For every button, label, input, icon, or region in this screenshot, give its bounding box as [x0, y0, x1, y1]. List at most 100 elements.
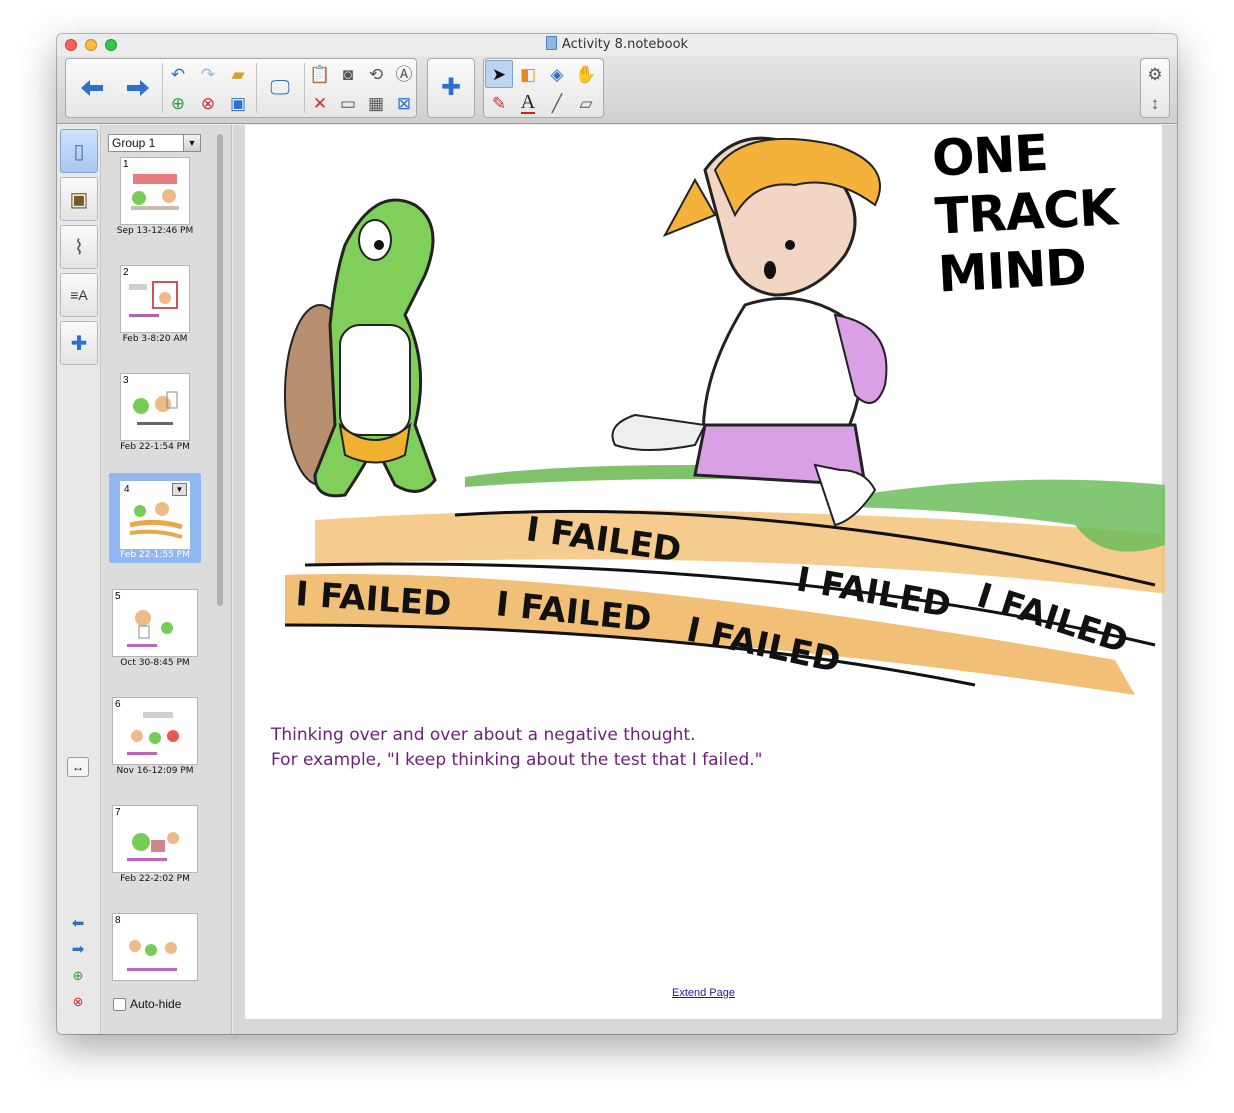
- screen-shade-button[interactable]: ▭: [334, 89, 362, 117]
- page-thumbnail-selected[interactable]: 4 ▼ Feb 22-1:55 PM: [109, 473, 201, 563]
- tab-properties[interactable]: ≡A: [60, 273, 98, 317]
- tab-gallery[interactable]: ▣: [60, 177, 98, 221]
- thumbnail-art: [127, 832, 179, 861]
- spell-check-button[interactable]: Ⓐ: [390, 60, 418, 88]
- save-button[interactable]: ▣: [224, 89, 252, 117]
- screen-capture-button[interactable]: ◙: [334, 60, 362, 88]
- delete-button[interactable]: ✕: [306, 89, 334, 117]
- up-down-arrow-icon: ↕: [1150, 93, 1160, 113]
- page-thumbnail[interactable]: 8: [109, 911, 201, 981]
- fill-tool-button[interactable]: ✋: [572, 60, 600, 88]
- move-toolbar-button[interactable]: ↕: [1141, 89, 1169, 117]
- zoom-window-button[interactable]: [105, 39, 117, 51]
- page-thumbnail[interactable]: 2 Feb 3-8:20 AM: [109, 263, 201, 353]
- delete-page-icon: ⊗: [200, 93, 216, 113]
- thumbnail-image: 8: [112, 913, 198, 981]
- thumbnail-menu-button[interactable]: ▼: [172, 483, 187, 496]
- folder-icon: ▰: [231, 64, 245, 84]
- notebook-page[interactable]: I FAILED I FAILED I FAILED I FAILED I FA…: [245, 124, 1165, 1019]
- thumbnail-number: 8: [115, 915, 121, 926]
- caption-line: Thinking over and over about a negative …: [271, 725, 696, 745]
- add-ons-button[interactable]: ✚: [429, 59, 473, 117]
- thumbnail-date: Nov 16-12:09 PM: [116, 766, 194, 776]
- toolbar: ↶ ↷ ▰ ⊕ ⊗ ▣ 🖵 📋 ◙ ⟲ Ⓐ ✕ ▭ ▦ ⊠ ✚ ➤ ◧ ◈ ✋ …: [57, 56, 1177, 124]
- thumbnail-image: 7: [112, 805, 198, 873]
- expand-horizontal-icon: ↔: [72, 760, 84, 774]
- redo-button[interactable]: ↷: [194, 60, 222, 88]
- thumbnail-number: 1: [123, 159, 129, 170]
- previous-page-button[interactable]: [70, 59, 114, 117]
- cartoon-title-line: MIND: [936, 237, 1088, 304]
- sidebar-toggle-button[interactable]: ↔: [67, 757, 89, 777]
- eraser-small-icon: ▱: [579, 93, 593, 113]
- thumbnail-image: 3: [120, 373, 190, 441]
- caption-line: For example, "I keep thinking about the …: [271, 750, 763, 770]
- minimize-window-button[interactable]: [85, 39, 97, 51]
- sidebar-previous-button[interactable]: ⬅: [67, 913, 89, 933]
- checkbox-box[interactable]: [113, 997, 126, 1011]
- pens-icon: ✎: [491, 93, 507, 113]
- open-file-button[interactable]: ▰: [224, 60, 252, 88]
- page-thumbnail[interactable]: 3 Feb 22-1:54 PM: [109, 371, 201, 461]
- thumbnail-art: [127, 940, 177, 971]
- display-screen-icon: 🖵: [270, 77, 290, 99]
- sidebar-add-page-button[interactable]: ⊕: [67, 966, 89, 986]
- add-page-button[interactable]: ⊕: [164, 89, 192, 117]
- redo-icon: ↷: [200, 64, 216, 84]
- undo-button[interactable]: ↶: [164, 60, 192, 88]
- arrow-right-icon: ➡: [71, 941, 85, 958]
- delete-page-button[interactable]: ⊗: [194, 89, 222, 117]
- extend-page-link[interactable]: Extend Page: [245, 987, 1162, 999]
- toolbar-divider: [162, 63, 163, 113]
- page-caption[interactable]: Thinking over and over about a negative …: [271, 723, 762, 773]
- eraser-tool-button[interactable]: ◈: [543, 60, 571, 88]
- sorter-scrollbar[interactable]: [217, 134, 223, 606]
- page-thumbnail[interactable]: 1 Sep 13-12:46 PM: [109, 155, 201, 245]
- tab-page-sorter[interactable]: ▯: [60, 129, 98, 173]
- thumbnail-date: Feb 3-8:20 AM: [122, 334, 188, 344]
- thumbnail-number: 3: [123, 375, 129, 386]
- close-window-button[interactable]: [65, 39, 77, 51]
- toolbar-main-group: ↶ ↷ ▰ ⊕ ⊗ ▣ 🖵 📋 ◙ ⟲ Ⓐ ✕ ▭ ▦ ⊠: [65, 58, 417, 118]
- eraser-icon: ◈: [550, 64, 564, 84]
- page-sorter: Group 1 ▼ 1 Sep 13-12:46 PM 2 Feb 3-8:20…: [101, 125, 232, 1034]
- toolbar-addons-group: ✚: [427, 58, 475, 118]
- thumbnail-art: [129, 281, 178, 317]
- line-tool-button[interactable]: ╱: [543, 89, 571, 117]
- arrow-left-icon: [81, 80, 103, 96]
- settings-button[interactable]: ⚙: [1141, 60, 1169, 88]
- paperclip-icon: ⌇: [74, 236, 84, 259]
- delete-icon: ✕: [312, 93, 328, 113]
- page-thumbnail[interactable]: 6 Nov 16-12:09 PM: [109, 695, 201, 785]
- workspace: I FAILED I FAILED I FAILED I FAILED I FA…: [233, 124, 1177, 1034]
- pen-tool-button[interactable]: ✎: [485, 89, 513, 117]
- fill-icon: ✋: [575, 64, 597, 84]
- page-thumbnail[interactable]: 5 Oct 30-8:45 PM: [109, 587, 201, 677]
- shapes-tool-button[interactable]: ◧: [514, 60, 542, 88]
- sidebar-delete-page-button[interactable]: ⊗: [67, 992, 89, 1012]
- full-screen-button[interactable]: ⊠: [390, 89, 418, 117]
- auto-hide-checkbox[interactable]: Auto-hide: [113, 997, 181, 1011]
- thumbnail-number: 2: [123, 267, 129, 278]
- document-icon: [545, 36, 557, 50]
- group-dropdown[interactable]: Group 1 ▼: [108, 134, 201, 152]
- spell-check-icon: Ⓐ: [395, 64, 413, 84]
- rotate-button[interactable]: ⟲: [362, 60, 390, 88]
- paste-button[interactable]: 📋: [306, 60, 334, 88]
- page-thumbnail[interactable]: 7 Feb 22-2:02 PM: [109, 803, 201, 893]
- eraser-small-button[interactable]: ▱: [572, 89, 600, 117]
- screen-shade-icon: ▭: [339, 93, 357, 113]
- text-tool-button[interactable]: A: [514, 89, 542, 117]
- tab-attachments[interactable]: ⌇: [60, 225, 98, 269]
- select-tool-button[interactable]: ➤: [485, 60, 513, 88]
- screen-display-button[interactable]: 🖵: [258, 59, 302, 117]
- insert-table-button[interactable]: ▦: [362, 89, 390, 117]
- sidebar-next-button[interactable]: ➡: [67, 939, 89, 959]
- arrow-right-icon: [127, 80, 149, 96]
- thumbnail-art: [133, 391, 178, 425]
- save-icon: ▣: [229, 93, 247, 113]
- thumbnail-date: Oct 30-8:45 PM: [120, 658, 190, 668]
- tab-add-ons[interactable]: ✚: [60, 321, 98, 365]
- thumbnail-number: 7: [115, 807, 121, 818]
- next-page-button[interactable]: [116, 59, 160, 117]
